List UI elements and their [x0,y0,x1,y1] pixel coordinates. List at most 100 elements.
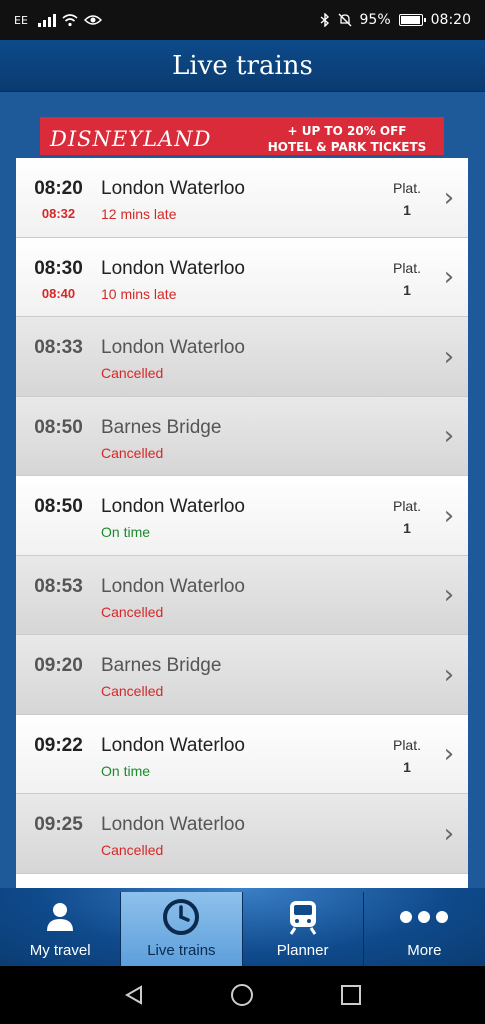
scheduled-time: 08:30 [34,257,83,279]
tab-label: More [407,942,442,959]
train-row[interactable]: 09:25 London Waterloo Cancelled › [16,794,468,874]
platform-cell: Plat. 1 [384,158,430,218]
recents-icon [340,985,361,1005]
train-list[interactable]: 08:20 08:32 London Waterloo 12 mins late Pla… [16,158,468,898]
train-status: Cancelled [101,683,164,699]
train-icon [289,901,316,935]
train-info: London Waterloo Cancelled [101,317,384,381]
chevron-right-icon: › [443,500,455,531]
ad-offer-text: + UP TO 20% OFF HOTEL & PARK TICKETS [250,117,444,155]
destination: London Waterloo [101,178,246,199]
train-row[interactable]: 08:53 London Waterloo Cancelled › [16,555,468,635]
tab-my-travel[interactable]: My travel [0,892,122,966]
chevron-right-icon: › [443,182,455,213]
ad-offer-line2: HOTEL & PARK TICKETS [267,140,427,154]
bluetooth-icon [320,13,329,27]
page-title: Live trains [172,50,313,81]
battery-percent: 95% [359,12,391,28]
train-status: Cancelled [101,365,164,381]
destination: Barnes Bridge [101,416,222,438]
platform-number: 1 [403,758,411,775]
train-status: Cancelled [101,603,164,620]
home-icon [231,984,254,1006]
destination: London Waterloo [101,337,246,358]
more-dots-icon [400,911,449,923]
destination: London Waterloo [101,496,246,517]
train-row[interactable]: 08:50 Barnes Bridge Cancelled › [16,396,468,476]
tab-live-trains[interactable]: Live trains [121,892,243,966]
destination: Barnes Bridge [101,655,222,676]
destination: London Waterloo [101,257,246,279]
clock-icon [163,899,200,935]
platform-label: Plat. [392,180,421,196]
time-cell: 09:22 [16,715,101,757]
time-cell: 08:33 [16,317,101,359]
scheduled-time: 08:33 [34,337,83,358]
time-cell: 08:53 [16,556,101,598]
train-row[interactable]: 09:20 Barnes Bridge Cancelled › [16,635,468,715]
status-bar: EE 95% 08:20 [0,0,485,40]
train-row[interactable]: 09:22 London Waterloo On time Plat. 1 › [16,714,468,794]
platform-cell: Plat. 1 [384,715,430,775]
platform-number: 1 [403,520,411,536]
carrier-label: EE [14,13,28,27]
expected-time: 08:32 [41,206,76,221]
train-row[interactable]: 08:50 London Waterloo On time Plat. 1 › [16,476,468,556]
train-row[interactable]: 08:20 08:32 London Waterloo 12 mins late Pla… [16,158,468,238]
chevron-right-icon: › [443,262,455,292]
train-status: Cancelled [101,842,164,858]
platform-label: Plat. [392,259,421,276]
back-button[interactable] [114,975,154,1015]
train-row[interactable]: 08:33 London Waterloo Cancelled › [16,317,468,397]
eye-icon [83,15,102,25]
train-status: Cancelled [101,444,164,461]
platform-cell [384,556,430,578]
ad-banner[interactable]: DISNEYLAND + UP TO 20% OFF HOTEL & PARK … [40,117,444,155]
ad-brand-logo: DISNEYLAND [50,127,212,151]
scheduled-time: 08:20 [34,178,83,199]
android-nav-bar [0,966,485,1024]
chevron-right-icon: › [443,421,455,451]
recents-button[interactable] [331,975,371,1015]
chevron-right-icon: › [443,659,455,690]
scheduled-time: 09:25 [34,814,83,835]
train-info: London Waterloo On time [101,715,384,779]
train-info: London Waterloo 12 mins late [101,158,384,222]
person-icon [47,903,74,931]
home-button[interactable] [222,975,262,1015]
train-status: 12 mins late [101,206,177,222]
time-cell: 09:20 [16,635,101,677]
tab-label: Live trains [147,942,216,959]
train-status: On time [101,762,151,779]
time-cell: 08:50 [16,397,101,439]
destination: London Waterloo [101,575,246,597]
platform-number: 1 [403,281,411,298]
signal-icon [37,13,56,27]
clock-time: 08:20 [430,12,471,28]
train-row[interactable]: 08:30 08:40 London Waterloo 10 mins late Pla… [16,237,468,317]
ad-offer-line1: + UP TO 20% OFF [287,124,407,138]
scheduled-time: 08:53 [34,575,83,597]
time-cell: 08:30 08:40 [16,238,101,301]
chevron-right-icon: › [443,818,455,849]
train-info: London Waterloo Cancelled [101,556,384,620]
train-info: London Waterloo Cancelled [101,794,384,858]
tab-label: My travel [29,942,91,959]
train-info: London Waterloo 10 mins late [101,238,384,302]
tab-planner[interactable]: Planner [243,892,364,966]
expected-time: 08:40 [41,285,76,301]
platform-cell: Plat. 1 [384,476,430,536]
platform-label: Plat. [392,736,421,753]
train-status: 10 mins late [101,285,177,302]
scheduled-time: 08:50 [34,496,83,517]
scheduled-time: 09:22 [34,734,83,756]
tab-more[interactable]: More [364,892,485,966]
scheduled-time: 08:50 [34,416,83,438]
back-icon [125,985,143,1005]
platform-cell [384,635,430,657]
app-header: Live trains [0,40,485,92]
platform-label: Plat. [392,498,421,514]
destination: London Waterloo [101,814,246,835]
wifi-icon [62,13,78,26]
train-status: On time [101,524,151,540]
